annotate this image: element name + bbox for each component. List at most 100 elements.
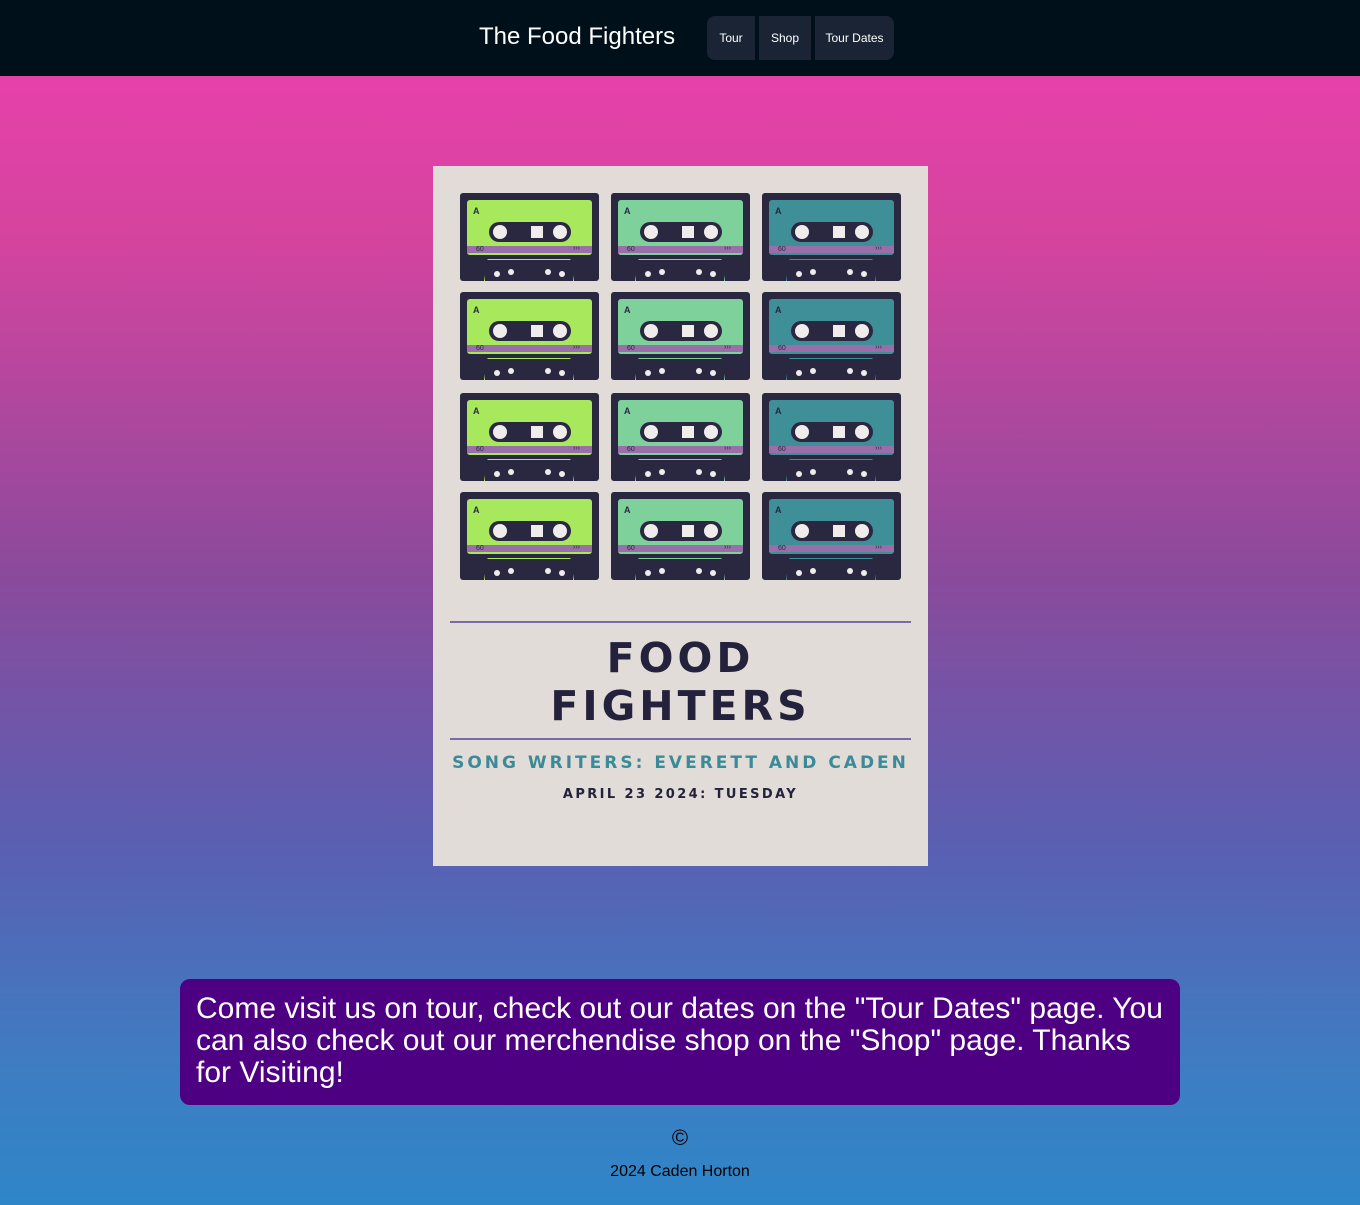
- cassette-length-label: 60: [778, 345, 786, 352]
- cassette-arrows-icon: ›››: [724, 245, 731, 252]
- cassette-side-label: A: [473, 305, 480, 315]
- tour-poster: A 60 ››› A 60 ››› A 60 ››› A 60 ››› A 60 ››› A 60 ››› A 60 ›…: [433, 166, 928, 866]
- copyright-icon: ©: [671, 1125, 689, 1150]
- cassette-hole: [710, 471, 716, 477]
- cassette-image: A 60 ›››: [460, 492, 599, 580]
- cassette-length-label: 60: [476, 345, 484, 352]
- cassette-hole: [559, 471, 565, 477]
- cassette-length-label: 60: [476, 545, 484, 552]
- cassette-label: A 60 ›››: [618, 400, 743, 455]
- poster-divider-bottom: [450, 738, 911, 740]
- cassette-image: A 60 ›››: [762, 393, 901, 481]
- cassette-hole: [810, 568, 816, 574]
- cassette-label: A 60 ›››: [618, 299, 743, 354]
- cassette-hole: [508, 269, 514, 275]
- cassette-hole: [847, 568, 853, 574]
- cassette-hole: [696, 469, 702, 475]
- cassette-reel-window: [791, 222, 873, 242]
- cassette-hole: [796, 370, 802, 376]
- cassette-image: A 60 ›››: [762, 292, 901, 380]
- cassette-base: [635, 259, 725, 281]
- cassette-reel-window: [791, 521, 873, 541]
- cassette-hole: [645, 471, 651, 477]
- cassette-hole: [645, 271, 651, 277]
- cassette-reel-window: [791, 321, 873, 341]
- cassette-hole: [796, 271, 802, 277]
- nav-tour-button[interactable]: Tour: [707, 16, 755, 60]
- cassette-hole: [847, 469, 853, 475]
- cassette-label: A 60 ›››: [467, 499, 592, 554]
- cassette-hole: [494, 271, 500, 277]
- cassette-hole: [810, 368, 816, 374]
- site-title: The Food Fighters: [479, 23, 676, 50]
- cassette-image: A 60 ›››: [611, 492, 750, 580]
- cassette-reel-window: [640, 521, 722, 541]
- cassette-arrows-icon: ›››: [724, 445, 731, 452]
- cassette-length-label: 60: [627, 545, 635, 552]
- cassette-hole: [861, 570, 867, 576]
- cassette-label: A 60 ›››: [467, 400, 592, 455]
- cassette-image: A 60 ›››: [460, 193, 599, 281]
- cassette-hole: [494, 570, 500, 576]
- cassette-base: [484, 459, 574, 481]
- cassette-hole: [659, 269, 665, 275]
- cassette-hole: [796, 570, 802, 576]
- cassette-arrows-icon: ›››: [724, 544, 731, 551]
- cassette-reel-window: [791, 422, 873, 442]
- cassette-image: A 60 ›››: [611, 393, 750, 481]
- cassette-hole: [545, 368, 551, 374]
- cassette-arrows-icon: ›››: [875, 245, 882, 252]
- cassette-arrows-icon: ›››: [875, 344, 882, 351]
- nav-tour-dates-button[interactable]: Tour Dates: [815, 16, 894, 60]
- cassette-reel-window: [489, 521, 571, 541]
- cassette-hole: [710, 271, 716, 277]
- copyright-text: 2024 Caden Horton: [610, 1163, 750, 1180]
- cassette-length-label: 60: [627, 345, 635, 352]
- cassette-side-label: A: [775, 505, 782, 515]
- cassette-hole: [696, 568, 702, 574]
- cassette-hole: [545, 469, 551, 475]
- cassette-label: A 60 ›››: [618, 200, 743, 255]
- cassette-side-label: A: [624, 206, 631, 216]
- cassette-base: [786, 459, 876, 481]
- cassette-hole: [659, 368, 665, 374]
- cassette-hole: [696, 269, 702, 275]
- cassette-label: A 60 ›››: [769, 400, 894, 455]
- cassette-arrows-icon: ›››: [573, 245, 580, 252]
- cassette-hole: [645, 370, 651, 376]
- cassette-reel-window: [640, 321, 722, 341]
- cassette-hole: [810, 269, 816, 275]
- cassette-base: [786, 259, 876, 281]
- navbar: The Food Fighters Tour Shop Tour Dates: [0, 0, 1360, 76]
- cassette-hole: [494, 471, 500, 477]
- cassette-hole: [545, 269, 551, 275]
- cassette-hole: [559, 370, 565, 376]
- poster-date: APRIL 23 2024: TUESDAY: [562, 787, 799, 802]
- cassette-arrows-icon: ›››: [573, 344, 580, 351]
- cassette-hole: [559, 570, 565, 576]
- cassette-side-label: A: [624, 505, 631, 515]
- cassette-side-label: A: [624, 406, 631, 416]
- cassette-reel-window: [640, 222, 722, 242]
- cassette-length-label: 60: [476, 246, 484, 253]
- cassette-hole: [847, 269, 853, 275]
- cassette-hole: [508, 368, 514, 374]
- nav-shop-button[interactable]: Shop: [759, 16, 811, 60]
- cassette-image: A 60 ›››: [611, 292, 750, 380]
- cassette-arrows-icon: ›››: [875, 445, 882, 452]
- cassette-image: A 60 ›››: [460, 393, 599, 481]
- cassette-base: [635, 558, 725, 580]
- cassette-length-label: 60: [778, 545, 786, 552]
- cassette-side-label: A: [775, 406, 782, 416]
- cassette-base: [786, 558, 876, 580]
- cassette-hole: [710, 570, 716, 576]
- cassette-label: A 60 ›››: [467, 299, 592, 354]
- cassette-hole: [494, 370, 500, 376]
- cassette-hole: [559, 271, 565, 277]
- cassette-image: A 60 ›››: [762, 492, 901, 580]
- cassette-hole: [545, 568, 551, 574]
- cassette-hole: [847, 368, 853, 374]
- cassette-base: [635, 459, 725, 481]
- cassette-base: [484, 558, 574, 580]
- poster-song-writers: SONG WRITERS: EVERETT AND CADEN: [452, 753, 909, 773]
